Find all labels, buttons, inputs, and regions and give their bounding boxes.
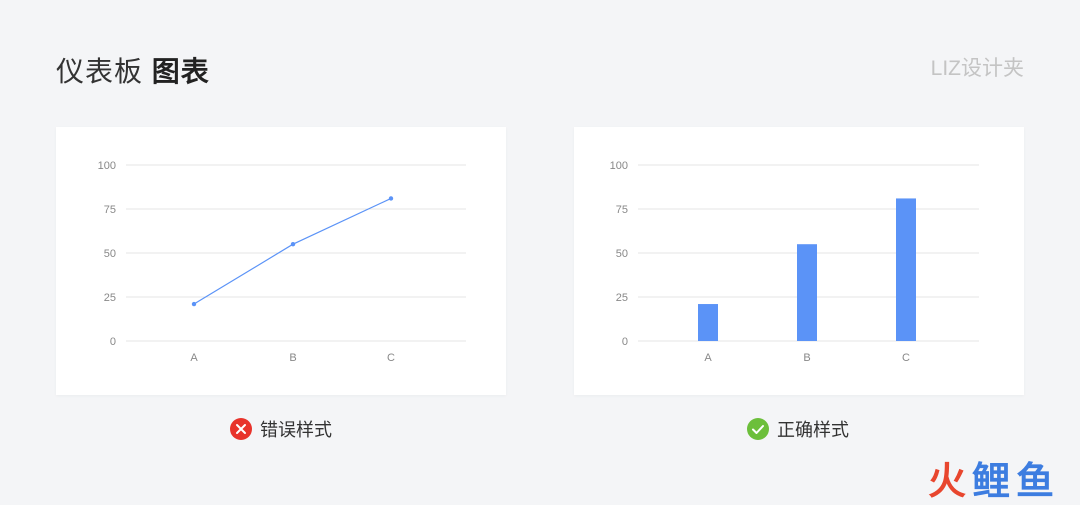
bar: [698, 304, 718, 341]
page-title-bold: 图表: [151, 56, 210, 87]
line-chart: 0 25 50 75 100 A B C: [98, 160, 466, 364]
y-tick-label: 0: [110, 336, 116, 348]
x-tick-label: B: [289, 352, 296, 364]
y-tick-label: 75: [616, 204, 628, 216]
data-point: [191, 301, 197, 307]
data-point: [388, 196, 394, 201]
watermark-char-1: 火: [927, 461, 968, 503]
x-tick-label: B: [803, 352, 810, 364]
bar-chart: 0 25 50 75 100 A B C: [610, 160, 979, 364]
x-tick-label: C: [387, 352, 395, 364]
data-point: [290, 242, 296, 247]
brand-label: LIZ设计夹: [930, 57, 1024, 80]
close-icon: [230, 418, 252, 440]
x-tick-label: A: [704, 352, 712, 364]
right-style-caption: 正确样式: [747, 417, 849, 441]
watermark-char-2: 鲤: [971, 461, 1012, 503]
bar-chart-card: 0 25 50 75 100 A B C: [574, 127, 1024, 395]
watermark-logo: 火 鲤 鱼: [928, 450, 1056, 505]
right-style-label: 正确样式: [777, 420, 849, 440]
y-tick-label: 0: [622, 336, 628, 348]
line-chart-card: 0 25 50 75 100 A B C: [56, 127, 506, 395]
bar: [797, 244, 817, 341]
series-line: [193, 197, 392, 305]
y-tick-label: 100: [610, 160, 628, 172]
page-title: 仪表板 图表: [56, 50, 210, 90]
x-tick-label: C: [902, 352, 910, 364]
wrong-style-label: 错误样式: [260, 420, 332, 440]
y-tick-label: 25: [616, 292, 628, 304]
watermark-char-3: 鱼: [1015, 461, 1056, 503]
bar: [896, 198, 916, 341]
y-tick-label: 100: [98, 160, 116, 172]
y-tick-label: 25: [104, 292, 116, 304]
y-tick-label: 50: [104, 248, 116, 260]
wrong-style-caption: 错误样式: [230, 417, 332, 441]
x-tick-label: A: [190, 352, 198, 364]
check-icon: [747, 418, 769, 440]
y-tick-label: 75: [104, 204, 116, 216]
page-title-prefix: 仪表板: [56, 56, 144, 87]
y-tick-label: 50: [616, 248, 628, 260]
